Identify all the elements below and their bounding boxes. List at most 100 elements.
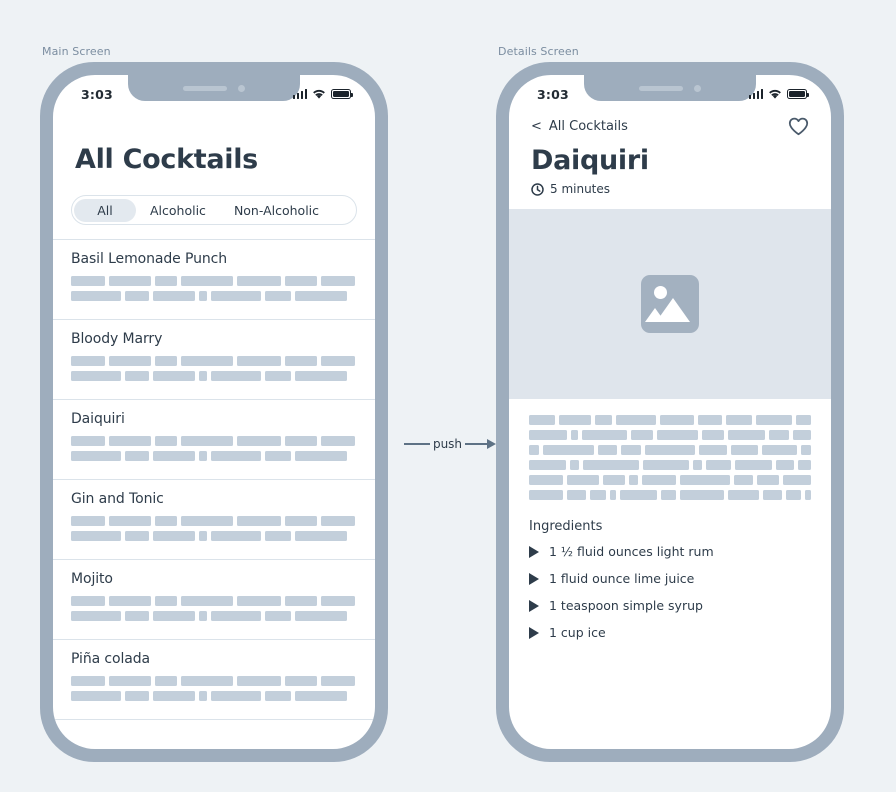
list-item[interactable]: Bloody Marry	[53, 320, 375, 400]
list-item[interactable]: Piña colada	[53, 640, 375, 720]
connector-line-left	[404, 443, 430, 445]
placeholder-bar	[295, 531, 347, 541]
placeholder-bar	[109, 596, 151, 606]
placeholder-bar	[804, 490, 811, 500]
list-item[interactable]: Mojito	[53, 560, 375, 640]
list-item[interactable]: Daiquiri	[53, 400, 375, 480]
heart-outline-icon[interactable]	[788, 117, 809, 136]
placeholder-bar	[285, 516, 317, 526]
filter-segmented-control[interactable]: All Alcoholic Non-Alcoholic	[71, 195, 357, 225]
ingredient-item[interactable]: 1 teaspoon simple syrup	[529, 598, 811, 613]
placeholder-bar	[211, 611, 261, 621]
arrow-right-icon	[487, 439, 496, 449]
placeholder-bar-line	[529, 430, 812, 440]
cocktail-name: Daiquiri	[71, 411, 125, 427]
placeholder-bar	[71, 291, 121, 301]
placeholder-bar	[661, 490, 676, 500]
screen-main: 3:03 All Cocktails All Alcoholic Non-Alc…	[53, 75, 375, 749]
placeholder-bar-line	[71, 436, 357, 446]
placeholder-bar	[620, 490, 658, 500]
placeholder-bar	[71, 596, 105, 606]
placeholder-bar	[211, 291, 261, 301]
status-icons	[748, 89, 809, 100]
placeholder-bar	[783, 475, 811, 485]
placeholder-bar	[155, 356, 177, 366]
placeholder-bar	[285, 596, 317, 606]
image-placeholder-icon	[641, 275, 699, 333]
segment-non-alcoholic[interactable]: Non-Alcoholic	[220, 199, 333, 222]
placeholder-bar-line	[71, 531, 357, 541]
placeholder-bar	[153, 451, 195, 461]
placeholder-bar	[71, 611, 121, 621]
placeholder-bar	[265, 611, 291, 621]
placeholder-bar	[628, 475, 638, 485]
placeholder-bar	[660, 415, 694, 425]
ingredient-item[interactable]: 1 fluid ounce lime juice	[529, 571, 811, 586]
placeholder-bar	[321, 356, 355, 366]
placeholder-bar	[285, 436, 317, 446]
placeholder-bar	[71, 371, 121, 381]
ingredient-list: 1 ½ fluid ounces light rum 1 fluid ounce …	[509, 534, 831, 640]
placeholder-bar	[559, 415, 592, 425]
placeholder-bar	[199, 371, 207, 381]
placeholder-bar	[71, 436, 105, 446]
placeholder-bar	[768, 430, 789, 440]
placeholder-bar	[295, 371, 347, 381]
placeholder-bar-line	[529, 460, 812, 470]
placeholder-bar	[181, 436, 233, 446]
placeholder-bar-line	[71, 611, 357, 621]
segment-all[interactable]: All	[74, 198, 136, 222]
placeholder-bar	[321, 676, 355, 686]
placeholder-bar	[692, 460, 702, 470]
placeholder-bar	[321, 516, 355, 526]
wifi-icon	[313, 89, 325, 99]
placeholder-bar	[181, 516, 233, 526]
push-connector: push	[404, 432, 496, 456]
placeholder-bar	[109, 436, 151, 446]
ingredient-item[interactable]: 1 cup ice	[529, 625, 811, 640]
list-item[interactable]: Basil Lemonade Punch	[53, 240, 375, 320]
placeholder-bar-line	[529, 445, 811, 455]
placeholder-bar	[199, 291, 207, 301]
ingredient-item[interactable]: 1 ½ fluid ounces light rum	[529, 544, 811, 559]
placeholder-bar	[153, 371, 195, 381]
wireframe-canvas: Main Screen 3:03 All Cocktails All Alcoh…	[0, 0, 896, 792]
detail-time-label: 5 minutes	[550, 182, 611, 196]
triangle-bullet-icon	[529, 599, 539, 612]
placeholder-bar-line	[71, 291, 357, 301]
placeholder-bar	[705, 460, 732, 470]
placeholder-bar	[153, 691, 195, 701]
placeholder-bar	[728, 430, 765, 440]
ingredients-heading: Ingredients	[529, 519, 603, 534]
cocktail-name: Bloody Marry	[71, 331, 163, 347]
list-item[interactable]: Gin and Tonic	[53, 480, 375, 560]
placeholder-bar	[602, 475, 625, 485]
ingredient-text: 1 fluid ounce lime juice	[549, 571, 695, 586]
placeholder-bar	[211, 371, 261, 381]
placeholder-bar	[786, 490, 801, 500]
connector-line-right	[465, 443, 487, 445]
placeholder-bar	[211, 451, 261, 461]
phone-frame-main: 3:03 All Cocktails All Alcoholic Non-Alc…	[40, 62, 388, 762]
placeholder-bar	[109, 276, 151, 286]
placeholder-bar	[800, 445, 811, 455]
placeholder-bar	[656, 430, 699, 440]
back-button[interactable]: < All Cocktails	[531, 119, 628, 134]
back-button-label: All Cocktails	[548, 119, 628, 134]
status-bar-details: 3:03	[509, 75, 831, 109]
placeholder-bar	[699, 445, 728, 455]
placeholder-bar	[109, 516, 151, 526]
placeholder-bar	[529, 430, 568, 440]
wifi-icon	[769, 89, 781, 99]
placeholder-bar	[731, 445, 758, 455]
placeholder-bar	[265, 531, 291, 541]
status-time: 3:03	[537, 86, 569, 102]
placeholder-bar	[109, 356, 151, 366]
placeholder-bar	[529, 490, 563, 500]
placeholder-bar	[265, 451, 291, 461]
placeholder-bar	[181, 596, 233, 606]
segment-alcoholic[interactable]: Alcoholic	[136, 199, 220, 222]
placeholder-bar	[237, 356, 281, 366]
placeholder-bar	[285, 276, 317, 286]
clock-icon	[531, 182, 544, 196]
